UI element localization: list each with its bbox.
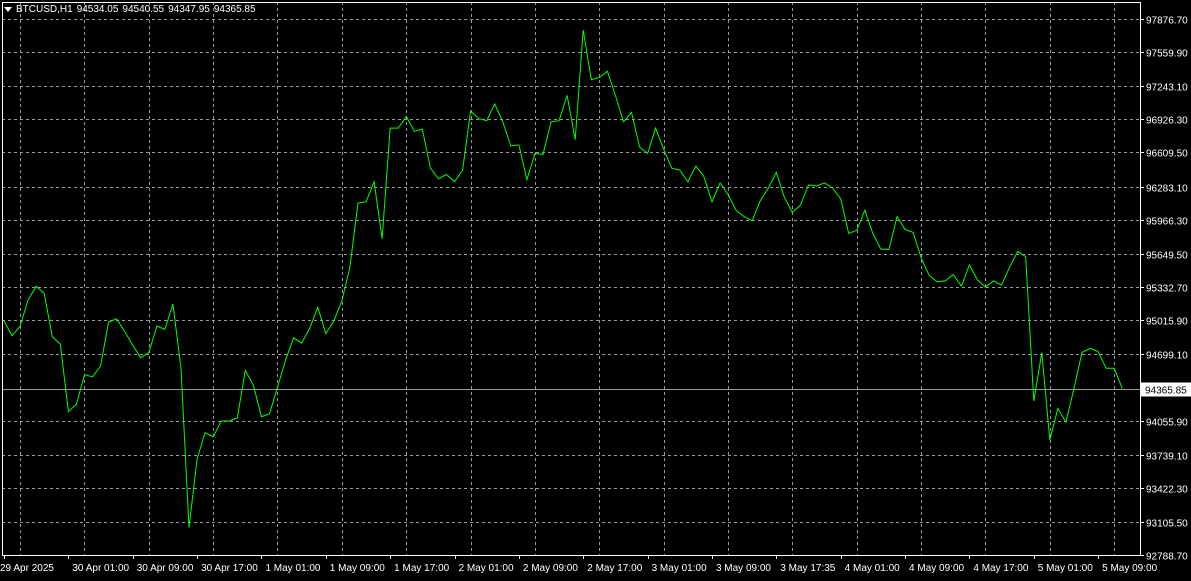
x-tick-label: 5 May 09:00 [1102,563,1157,574]
y-tick-label: 94699.10 [1146,351,1188,362]
price-series-line [4,30,1122,527]
open-value: 94534.05 [77,4,119,15]
y-tick-label: 96926.30 [1146,116,1188,127]
high-value: 94540.55 [122,4,164,15]
dropdown-triangle-icon[interactable] [4,7,12,12]
x-tick-label: 3 May 17:35 [780,563,835,574]
x-tick-label: 30 Apr 17:00 [201,563,258,574]
current-price-label: 94365.85 [1145,386,1187,397]
chart-header: BTCUSD,H1 94534.05 94540.55 94347.95 943… [4,2,260,16]
y-tick-label: 97559.90 [1146,49,1188,60]
y-tick-label: 97243.10 [1146,83,1188,94]
y-tick-label: 96609.50 [1146,149,1188,160]
x-tick-label: 1 May 17:00 [394,563,449,574]
x-tick-label: 1 May 09:00 [330,563,385,574]
series-layer [4,30,1122,527]
grid [2,2,1140,555]
price-chart[interactable]: 97876.70 97559.90 97243.10 96926.30 96609.50… [0,0,1191,576]
y-tick-label: 95015.90 [1146,317,1188,328]
x-tick-label: 1 May 01:00 [265,563,320,574]
x-tick-label: 4 May 09:00 [909,563,964,574]
x-tick-label: 2 May 01:00 [459,563,514,574]
y-tick-label: 95332.70 [1146,284,1188,295]
y-tick-label: 94055.90 [1146,418,1188,429]
x-tick-label: 4 May 17:00 [973,563,1028,574]
low-value: 94347.95 [168,4,210,15]
y-tick-label: 95966.30 [1146,217,1188,228]
y-tick-label: 93422.30 [1146,485,1188,496]
y-tick-label: 97876.70 [1146,16,1188,27]
x-tick-label: 30 Apr 09:00 [137,563,194,574]
y-tick-label: 93739.10 [1146,452,1188,463]
chart-area[interactable]: 97876.70 97559.90 97243.10 96926.30 96609.50… [0,0,1191,576]
x-tick-label: 3 May 01:00 [652,563,707,574]
x-tick-label: 5 May 01:00 [1038,563,1093,574]
x-tick-label: 30 Apr 01:00 [72,563,129,574]
x-tick-label: 2 May 09:00 [523,563,578,574]
x-tick-label: 3 May 09:00 [716,563,771,574]
y-tick-label: 95649.50 [1146,251,1188,262]
x-tick-label: 4 May 01:00 [845,563,900,574]
y-tick-label: 93105.50 [1146,519,1188,530]
x-tick-label: 29 Apr 2025 [0,563,54,574]
y-tick-label: 92788.70 [1146,552,1188,563]
close-value: 94365.85 [214,4,256,15]
symbol-label: BTCUSD,H1 [16,4,73,15]
y-tick-label: 96283.10 [1146,184,1188,195]
x-tick-label: 2 May 17:00 [587,563,642,574]
